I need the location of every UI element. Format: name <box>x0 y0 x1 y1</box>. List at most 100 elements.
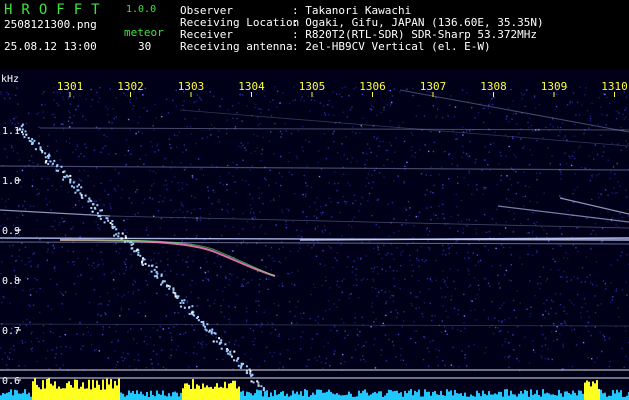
noise-dot <box>463 315 466 317</box>
noise-dot <box>261 330 263 333</box>
meteor-dot <box>56 164 59 167</box>
noise-dot <box>150 141 152 143</box>
noise-dot <box>242 228 245 231</box>
noise-dot <box>508 210 510 212</box>
noise-dot <box>433 184 435 187</box>
level-bar <box>416 392 418 400</box>
noise-dot <box>146 343 149 345</box>
noise-dot <box>289 273 291 275</box>
noise-dot <box>47 305 49 307</box>
meteor-dot <box>78 183 80 186</box>
noise-dot <box>423 115 426 117</box>
noise-dot <box>45 357 47 360</box>
noise-dot <box>509 355 511 357</box>
noise-dot <box>310 347 313 349</box>
meteor-dot <box>115 233 118 236</box>
noise-dot <box>301 230 303 232</box>
x-tick-label: 1301 <box>57 80 84 93</box>
noise-dot <box>125 139 128 141</box>
noise-dot <box>250 152 252 155</box>
noise-dot <box>124 94 127 96</box>
noise-dot <box>491 265 493 267</box>
noise-dot <box>125 269 127 271</box>
noise-dot <box>430 131 432 133</box>
noise-dot <box>1 358 4 360</box>
noise-dot <box>539 172 541 174</box>
noise-dot <box>91 265 93 267</box>
noise-dot <box>404 165 406 168</box>
noise-dot <box>174 134 176 136</box>
noise-dot <box>156 292 158 295</box>
noise-dot <box>114 366 117 369</box>
meteor-dot <box>27 137 30 139</box>
noise-dot <box>269 101 271 103</box>
level-bar <box>120 392 122 400</box>
noise-dot <box>547 147 549 149</box>
meteor-dot <box>214 332 217 335</box>
noise-dot <box>397 312 399 314</box>
noise-dot <box>42 340 45 342</box>
noise-dot <box>503 302 505 304</box>
noise-dot <box>499 330 502 332</box>
noise-dot <box>104 312 106 314</box>
level-bar <box>410 389 412 400</box>
noise-dot <box>329 232 331 235</box>
noise-dot <box>240 142 242 144</box>
noise-dot <box>591 174 594 176</box>
noise-dot <box>498 282 500 285</box>
noise-dot <box>337 152 339 154</box>
noise-dot <box>516 290 518 292</box>
noise-dot <box>305 216 308 218</box>
noise-dot <box>569 101 571 103</box>
noise-dot <box>314 201 316 204</box>
noise-dot <box>521 263 523 265</box>
noise-dot <box>466 365 468 367</box>
level-bar <box>224 381 226 400</box>
noise-dot <box>333 353 335 355</box>
noise-dot <box>22 204 24 206</box>
noise-dot <box>58 224 60 226</box>
noise-dot <box>321 230 323 232</box>
noise-dot <box>505 118 507 120</box>
meteor-dot <box>60 165 63 168</box>
noise-dot <box>62 123 64 125</box>
noise-dot <box>4 213 6 215</box>
meteor-dot <box>21 128 24 131</box>
noise-dot <box>196 305 198 307</box>
level-bar <box>326 391 328 400</box>
noise-dot <box>274 86 276 88</box>
noise-dot <box>351 131 354 133</box>
noise-dot <box>530 124 533 127</box>
level-bar <box>228 383 230 400</box>
noise-dot <box>144 87 146 89</box>
noise-dot <box>509 246 511 249</box>
noise-dot <box>452 129 455 132</box>
noise-dot <box>338 299 340 301</box>
level-bar <box>168 393 170 400</box>
noise-dot <box>234 306 236 308</box>
noise-dot <box>447 243 449 246</box>
noise-dot <box>449 268 451 270</box>
noise-dot <box>375 223 377 226</box>
noise-dot <box>438 173 440 176</box>
noise-dot <box>435 348 437 350</box>
level-bar <box>576 395 578 400</box>
noise-dot <box>430 206 432 208</box>
noise-dot <box>447 247 450 250</box>
noise-dot <box>64 291 67 293</box>
noise-dot <box>226 132 228 135</box>
noise-dot <box>36 193 39 196</box>
noise-dot <box>403 140 406 142</box>
noise-dot <box>400 254 402 256</box>
noise-dot <box>504 227 507 229</box>
noise-dot <box>260 224 262 226</box>
noise-dot <box>250 358 252 360</box>
noise-dot <box>562 137 564 140</box>
noise-dot <box>25 324 28 326</box>
noise-dot <box>262 203 264 205</box>
noise-dot <box>170 336 173 338</box>
noise-dot <box>216 255 218 258</box>
noise-dot <box>177 312 180 314</box>
noise-dot <box>570 279 572 281</box>
level-bar <box>536 390 538 400</box>
